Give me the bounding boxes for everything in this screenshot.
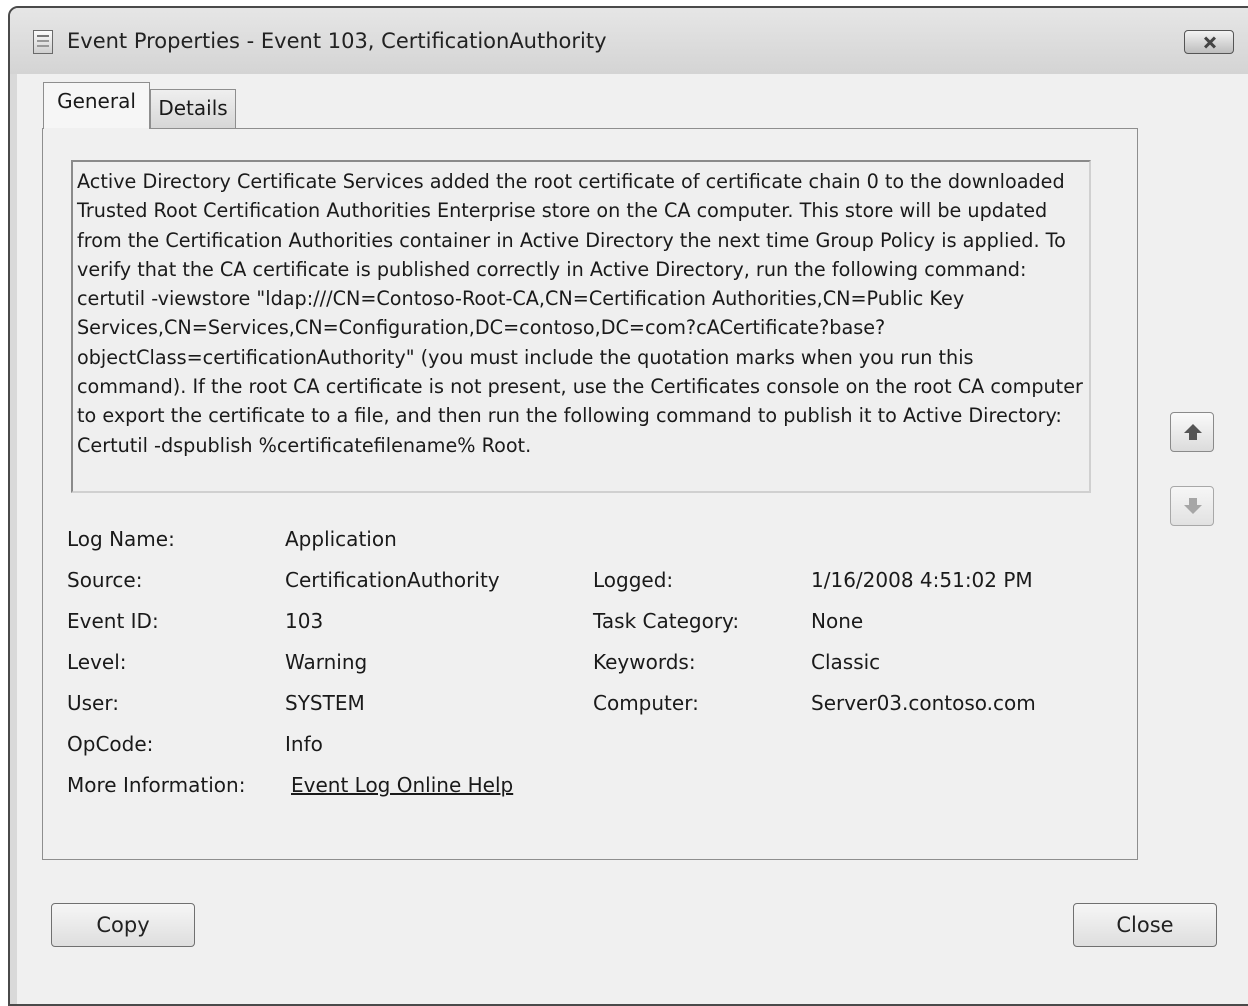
copy-button[interactable]: Copy bbox=[51, 903, 195, 947]
general-tab-panel: Active Directory Certificate Services ad… bbox=[42, 128, 1138, 860]
computer-value[interactable]: Server03.contoso.com bbox=[811, 691, 1036, 715]
tab-general[interactable]: General bbox=[43, 82, 150, 131]
source-value[interactable]: CertificationAuthority bbox=[285, 568, 500, 592]
opcode-label: OpCode: bbox=[67, 732, 154, 756]
task-category-label: Task Category: bbox=[593, 609, 740, 633]
close-button[interactable]: Close bbox=[1073, 903, 1217, 947]
event-log-online-help-link[interactable]: Event Log Online Help bbox=[291, 773, 513, 797]
logged-value[interactable]: 1/16/2008 4:51:02 PM bbox=[811, 568, 1033, 592]
dialog-client-area: General Details Active Directory Certifi… bbox=[17, 74, 1248, 1004]
keywords-label: Keywords: bbox=[593, 650, 696, 674]
log-name-label: Log Name: bbox=[67, 527, 175, 551]
event-properties-window: Event Properties - Event 103, Certificat… bbox=[8, 6, 1248, 1006]
source-label: Source: bbox=[67, 568, 143, 592]
tab-details[interactable]: Details bbox=[150, 89, 236, 129]
arrow-up-icon bbox=[1184, 424, 1202, 440]
previous-event-button[interactable] bbox=[1170, 412, 1214, 452]
user-value[interactable]: SYSTEM bbox=[285, 691, 365, 715]
event-id-value[interactable]: 103 bbox=[285, 609, 323, 633]
event-description[interactable]: Active Directory Certificate Services ad… bbox=[71, 160, 1091, 493]
opcode-value[interactable]: Info bbox=[285, 732, 323, 756]
user-label: User: bbox=[67, 691, 119, 715]
close-window-button[interactable] bbox=[1184, 30, 1234, 54]
level-value[interactable]: Warning bbox=[285, 650, 367, 674]
computer-label: Computer: bbox=[593, 691, 699, 715]
title-bar[interactable]: Event Properties - Event 103, Certificat… bbox=[10, 8, 1248, 74]
window-title: Event Properties - Event 103, Certificat… bbox=[67, 29, 607, 53]
task-category-value[interactable]: None bbox=[811, 609, 863, 633]
next-event-button[interactable] bbox=[1170, 486, 1214, 526]
event-viewer-icon bbox=[33, 30, 53, 54]
logged-label: Logged: bbox=[593, 568, 674, 592]
level-label: Level: bbox=[67, 650, 127, 674]
log-name-value[interactable]: Application bbox=[285, 527, 397, 551]
more-information-label: More Information: bbox=[67, 773, 246, 797]
arrow-down-icon bbox=[1184, 498, 1202, 514]
keywords-value[interactable]: Classic bbox=[811, 650, 880, 674]
event-id-label: Event ID: bbox=[67, 609, 159, 633]
